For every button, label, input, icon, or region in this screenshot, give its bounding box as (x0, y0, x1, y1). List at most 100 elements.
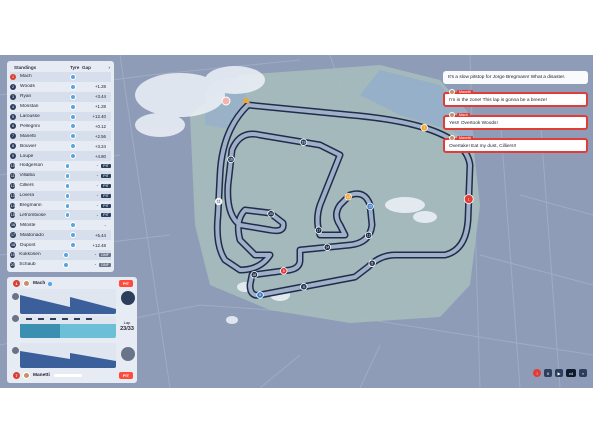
car-marker[interactable]: 18 (250, 270, 259, 279)
speed-button[interactable]: x4 (566, 369, 576, 377)
alert-icon[interactable]: ! (533, 369, 541, 377)
position-badge: 14 (10, 202, 16, 209)
standings-row[interactable]: 2 Woods +1.28 (10, 82, 111, 92)
driver-name: Cilliers (19, 183, 34, 189)
standings-row[interactable]: 6 Pellegrini +0.12 (10, 121, 111, 131)
driver-name: Dupont (20, 242, 36, 248)
car-marker[interactable]: 12 (364, 231, 373, 240)
playback-controls: ! II ▶ x4 » (533, 369, 587, 377)
car-number: 12 (367, 234, 371, 238)
car-number: 8 (283, 269, 285, 273)
tyre-icon (70, 103, 76, 110)
driver-header-bottom[interactable]: 7 Manetti (13, 371, 82, 380)
position-badge: 10 (10, 162, 16, 169)
car-marker[interactable]: 17 (314, 226, 323, 235)
commentary-text: It's a slow pitstop for Jorge Bregmann! … (448, 75, 566, 80)
radio-message: Mach Yes!! Overtook Woods! (443, 112, 588, 130)
car-marker[interactable]: 8 (280, 267, 288, 275)
car-marker[interactable]: 5 (368, 259, 376, 267)
position-badge: 18 (10, 242, 16, 249)
avatar (23, 372, 30, 379)
driver-name: Mach (33, 281, 46, 286)
sender-name: Mach (457, 113, 470, 117)
driver-name: Schaub (19, 262, 36, 268)
tyre-icon (70, 222, 76, 229)
car-marker[interactable]: 15 (366, 202, 374, 211)
pause-button[interactable]: II (544, 369, 552, 377)
car-marker[interactable]: 13 (344, 193, 352, 201)
car-marker[interactable]: 14 (323, 243, 332, 251)
car-marker[interactable]: 16 (227, 155, 235, 164)
position-badge: 20 (10, 261, 16, 268)
car-number: 15 (368, 205, 372, 209)
position-badge: 15 (10, 212, 16, 219)
tyre-selector-icon[interactable] (121, 291, 135, 305)
driver-name: Bouvier (20, 143, 37, 149)
car-marker[interactable]: 1 (463, 194, 474, 205)
expand-chevron-icon[interactable]: › (102, 65, 110, 70)
car-marker[interactable]: 11 (214, 197, 223, 206)
radio-message: Manetti I'm in the zone! This lap is gonn… (443, 89, 588, 107)
standings-panel: Standings Tyre Gap › 1 Mach 2 Woods +1.28 3 Ry… (7, 61, 114, 272)
standings-row[interactable]: 12 Cilliers - PIT (10, 181, 111, 191)
play-button[interactable]: ▶ (555, 369, 563, 377)
standings-row[interactable]: 14 Bregmann - PIT (10, 201, 111, 211)
car-number: 6 (259, 293, 261, 297)
driver-name: Monstan (20, 104, 39, 110)
standings-row[interactable]: 8 Bouvier +3.24 (10, 141, 111, 151)
standings-row[interactable]: 9 Loupe +4.80 (10, 151, 111, 162)
engine-icon (12, 347, 19, 354)
driver-name: Hodgerson (19, 163, 43, 169)
pit-button-top[interactable]: PIT (119, 280, 133, 287)
fast-forward-icon[interactable]: » (579, 369, 587, 377)
standings-row[interactable]: 18 Dupont +12.48 (10, 240, 111, 250)
status-badge: PIT (101, 213, 111, 218)
standings-row[interactable]: 4 Monstan +1.28 (10, 102, 111, 112)
standings-row[interactable]: 20 Schaub - DNF (10, 260, 111, 270)
tyre-wear-bar (20, 316, 116, 338)
game-viewport[interactable]: 1 7 5 4 6 18 8 14 12 15 13 17 19 16 20 11 Standings Tyr… (0, 55, 593, 388)
standings-row[interactable]: 10 Hodgerson - PIT (10, 161, 111, 171)
standings-row[interactable]: 5 Larousse +12.40 (10, 111, 111, 122)
car-number: 20 (269, 212, 273, 216)
standings-row[interactable]: 13 Lovera - PIT (10, 190, 111, 201)
tyre-icon (64, 172, 71, 179)
status-badge: PIT (101, 203, 111, 208)
car-marker[interactable]: 7 (420, 124, 428, 132)
standings-row[interactable]: 15 Lefrombiose - PIT (10, 210, 111, 221)
tyre-icon (70, 242, 76, 249)
avatar (23, 280, 30, 287)
car-marker[interactable]: 20 (267, 210, 275, 218)
driver-number-badge: 1 (13, 280, 20, 287)
standings-row[interactable]: 19 Kukkonen - DNF (10, 250, 111, 260)
car-marker[interactable]: 6 (256, 291, 264, 299)
tyre-icon (63, 261, 69, 268)
tyre-icon (64, 212, 71, 219)
standings-row[interactable]: 7 Manetti +2.56 (10, 131, 111, 142)
standings-row[interactable]: 3 Ryan +3.44 (10, 91, 111, 102)
standings-row[interactable]: 11 Villalba - PIT (10, 170, 111, 181)
car-number: 4 (303, 285, 305, 289)
gap-value: +5.44 (94, 232, 106, 238)
fuel-bar (20, 289, 116, 314)
position-badge: 13 (10, 192, 16, 199)
driver-name: Manetti (33, 373, 50, 378)
position-badge: 11 (10, 172, 16, 179)
avatar (449, 112, 455, 118)
car-marker[interactable]: 4 (300, 283, 308, 291)
position-badge: 4 (10, 103, 16, 110)
car-number: 11 (217, 200, 221, 204)
standings-row[interactable]: 17 Maldonado +5.44 (10, 230, 111, 241)
gap-value: - (94, 252, 97, 258)
driver-header-top[interactable]: 1 Mach (13, 279, 53, 288)
status-badge: DNF (99, 262, 111, 267)
status-badge: PIT (101, 193, 111, 198)
standings-row[interactable]: 1 Mach (10, 72, 111, 82)
status-badge: DNF (99, 252, 111, 257)
standings-row[interactable]: 16 Mitoste - (10, 220, 111, 230)
strategy-selector-icon[interactable] (121, 347, 135, 361)
car-marker[interactable]: 19 (299, 138, 308, 146)
pit-button-bottom[interactable]: PIT (119, 372, 133, 379)
gap-value: +3.44 (94, 94, 106, 100)
gap-value: +1.28 (94, 104, 106, 110)
